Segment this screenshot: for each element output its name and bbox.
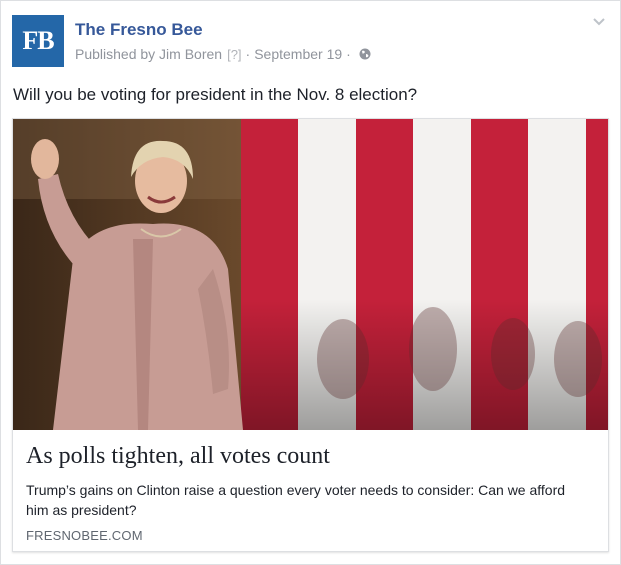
page-logo[interactable]: FB	[12, 15, 64, 67]
link-title[interactable]: As polls tighten, all votes count	[26, 443, 330, 470]
article-photo[interactable]	[13, 119, 608, 430]
help-marker[interactable]: [?]	[227, 47, 241, 62]
meta-separator: ·	[245, 46, 251, 62]
page-name-link[interactable]: The Fresno Bee	[75, 20, 203, 40]
post-card: FB The Fresno Bee Published by Jim Boren…	[0, 0, 621, 565]
meta-separator-2: ·	[346, 46, 351, 62]
link-preview[interactable]: As polls tighten, all votes count Trump’…	[12, 118, 609, 552]
link-domain: FRESNOBEE.COM	[26, 528, 143, 543]
post-text: Will you be voting for president in the …	[13, 85, 418, 104]
globe-icon[interactable]	[359, 48, 371, 60]
post-date[interactable]: September 19	[254, 46, 342, 62]
link-description: Trump’s gains on Clinton raise a questio…	[26, 482, 566, 518]
post-meta: Published by Jim Boren [?] · September 1…	[75, 46, 371, 62]
link-preview-body: As polls tighten, all votes count Trump’…	[13, 430, 608, 551]
published-by[interactable]: Published by Jim Boren	[75, 46, 222, 62]
chevron-down-icon[interactable]	[592, 17, 606, 27]
